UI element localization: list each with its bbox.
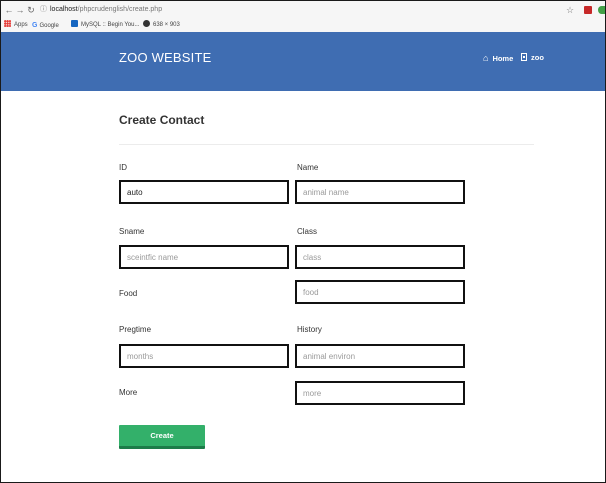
id-label: ID <box>119 163 127 172</box>
id-input[interactable] <box>119 180 289 204</box>
food-input[interactable] <box>295 280 465 304</box>
info-icon[interactable]: ⓘ <box>40 6 47 13</box>
pregtime-input[interactable] <box>119 344 289 368</box>
extension-icon[interactable] <box>598 6 605 14</box>
more-label: More <box>119 388 138 397</box>
back-arrow-icon[interactable]: ← <box>4 4 14 16</box>
bookmark-label: Google <box>39 23 59 29</box>
forward-arrow-icon[interactable]: → <box>15 4 25 16</box>
divider <box>119 144 534 145</box>
history-label: History <box>297 325 322 334</box>
browser-window: ← → ↻ ⓘ localhost/phpcrudenglish/create.p… <box>0 0 606 483</box>
nav-home-link[interactable]: ⌂ Home <box>483 53 513 63</box>
food-label: Food <box>119 289 138 298</box>
class-label: Class <box>297 227 318 236</box>
bookmark-label: Apps <box>14 22 28 28</box>
url-field[interactable]: ⓘ localhost/phpcrudenglish/create.php <box>40 4 162 16</box>
class-input[interactable] <box>295 245 465 269</box>
nav-zoo-link[interactable]: zoo <box>521 53 544 62</box>
address-bar-row: ← → ↻ ⓘ localhost/phpcrudenglish/create.p… <box>1 1 605 19</box>
bookmark-label: 638 × 903 <box>153 22 180 28</box>
name-input[interactable] <box>295 180 465 204</box>
bookmark-dimension[interactable]: 638 × 903 <box>143 20 180 31</box>
google-icon: G <box>32 22 38 29</box>
site-navbar: ZOO WEBSITE ⌂ Home zoo <box>1 32 605 91</box>
more-input[interactable] <box>295 381 465 405</box>
bookmark-label: MySQL :: Begin You... <box>81 22 140 28</box>
apps-grid-icon <box>4 20 11 27</box>
extension-icon[interactable] <box>584 6 592 14</box>
reload-icon[interactable]: ↻ <box>26 4 36 16</box>
bookmark-google[interactable]: G Google <box>32 20 59 31</box>
history-input[interactable] <box>295 344 465 368</box>
bookmarks-bar: Apps G Google MySQL :: Begin You... 638 ×… <box>1 19 605 33</box>
home-icon: ⌂ <box>483 53 489 63</box>
url-host: localhost <box>50 6 78 13</box>
bookmark-mysql[interactable]: MySQL :: Begin You... <box>71 20 139 31</box>
nav-link-label: zoo <box>531 53 544 62</box>
name-label: Name <box>297 163 319 172</box>
mysql-icon <box>71 20 78 27</box>
dimension-icon <box>143 20 150 27</box>
create-button[interactable]: Create <box>119 425 205 449</box>
nav-link-label: Home <box>492 54 514 63</box>
page-title: Create Contact <box>119 113 205 127</box>
pregtime-label: Pregtime <box>119 325 152 334</box>
bookmark-apps[interactable]: Apps <box>4 20 28 31</box>
sname-label: Sname <box>119 227 145 236</box>
site-brand[interactable]: ZOO WEBSITE <box>119 50 211 65</box>
book-icon <box>521 53 527 61</box>
bookmark-star-icon[interactable]: ☆ <box>566 4 574 16</box>
sname-input[interactable] <box>119 245 289 269</box>
url-path: /phpcrudenglish/create.php <box>77 6 163 13</box>
